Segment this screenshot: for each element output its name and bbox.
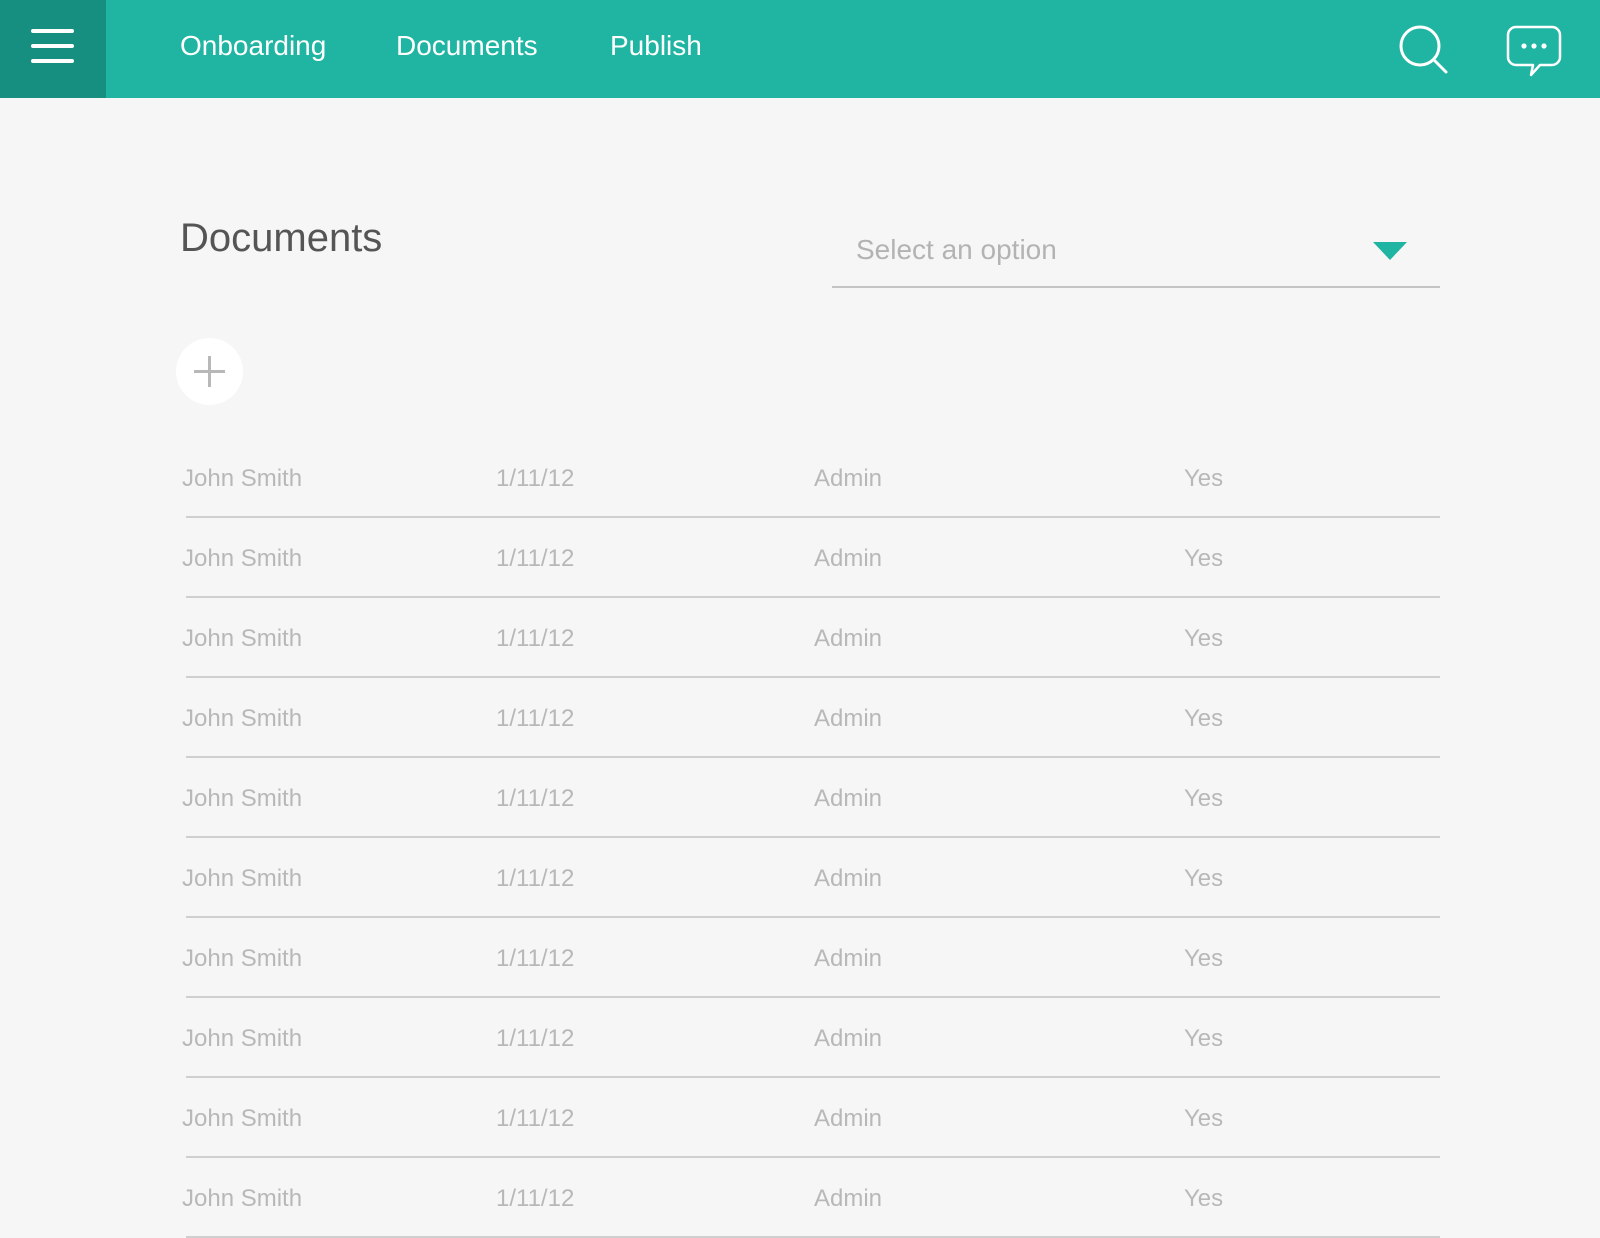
cell-date: 1/11/12 (496, 465, 575, 492)
cell-date: 1/11/12 (496, 705, 575, 732)
table-row[interactable]: John Smith 1/11/12 Admin Yes (180, 598, 1440, 678)
hamburger-menu-icon[interactable] (0, 0, 106, 98)
cell-name: John Smith (182, 705, 303, 732)
page-title: Documents (180, 216, 383, 260)
cell-name: John Smith (182, 465, 303, 492)
cell-date: 1/11/12 (496, 1185, 575, 1212)
table-row[interactable]: John Smith 1/11/12 Admin Yes (180, 1078, 1440, 1158)
search-icon[interactable] (1398, 24, 1450, 76)
option-select[interactable]: Select an option (832, 222, 1440, 288)
cell-status: Yes (1184, 1105, 1224, 1132)
cell-status: Yes (1184, 785, 1224, 812)
cell-status: Yes (1184, 465, 1224, 492)
menu-line (31, 29, 74, 33)
cell-date: 1/11/12 (496, 625, 575, 652)
cell-role: Admin (814, 705, 883, 732)
caret-down-icon (1372, 240, 1408, 267)
nav-link-onboarding[interactable]: Onboarding (180, 28, 326, 64)
cell-name: John Smith (182, 1185, 303, 1212)
table-row[interactable]: John Smith 1/11/12 Admin Yes (180, 518, 1440, 598)
nav-link-documents[interactable]: Documents (396, 28, 538, 64)
cell-date: 1/11/12 (496, 785, 575, 812)
cell-date: 1/11/12 (496, 1025, 575, 1052)
table-row[interactable]: John Smith 1/11/12 Admin Yes (180, 678, 1440, 758)
table-row[interactable]: John Smith 1/11/12 Admin Yes (180, 438, 1440, 518)
cell-status: Yes (1184, 545, 1224, 572)
add-document-button[interactable] (176, 338, 243, 405)
chat-bubble-icon[interactable] (1506, 24, 1562, 78)
cell-status: Yes (1184, 1025, 1224, 1052)
table-row[interactable]: John Smith 1/11/12 Admin Yes (180, 758, 1440, 838)
table-row[interactable]: John Smith 1/11/12 Admin Yes (180, 838, 1440, 918)
cell-role: Admin (814, 865, 883, 892)
cell-date: 1/11/12 (496, 1105, 575, 1132)
cell-status: Yes (1184, 865, 1224, 892)
documents-table: John Smith 1/11/12 Admin Yes John Smith … (180, 438, 1440, 1238)
select-placeholder: Select an option (856, 234, 1057, 265)
menu-line (31, 44, 74, 48)
cell-role: Admin (814, 1185, 883, 1212)
cell-role: Admin (814, 465, 883, 492)
cell-date: 1/11/12 (496, 865, 575, 892)
menu-line (31, 59, 74, 63)
cell-status: Yes (1184, 945, 1224, 972)
cell-name: John Smith (182, 1025, 303, 1052)
cell-status: Yes (1184, 625, 1224, 652)
cell-role: Admin (814, 545, 883, 572)
cell-name: John Smith (182, 545, 303, 572)
cell-role: Admin (814, 785, 883, 812)
table-row[interactable]: John Smith 1/11/12 Admin Yes (180, 918, 1440, 998)
cell-name: John Smith (182, 865, 303, 892)
cell-name: John Smith (182, 785, 303, 812)
plus-icon (194, 356, 225, 387)
cell-status: Yes (1184, 705, 1224, 732)
cell-date: 1/11/12 (496, 545, 575, 572)
table-row[interactable]: John Smith 1/11/12 Admin Yes (180, 998, 1440, 1078)
cell-status: Yes (1184, 1185, 1224, 1212)
cell-date: 1/11/12 (496, 945, 575, 972)
cell-role: Admin (814, 1105, 883, 1132)
cell-name: John Smith (182, 945, 303, 972)
cell-role: Admin (814, 1025, 883, 1052)
cell-name: John Smith (182, 1105, 303, 1132)
table-row[interactable]: John Smith 1/11/12 Admin Yes (180, 1158, 1440, 1238)
top-navigation-bar: Onboarding Documents Publish (0, 0, 1600, 98)
cell-role: Admin (814, 945, 883, 972)
nav-link-publish[interactable]: Publish (610, 28, 702, 64)
cell-role: Admin (814, 625, 883, 652)
cell-name: John Smith (182, 625, 303, 652)
